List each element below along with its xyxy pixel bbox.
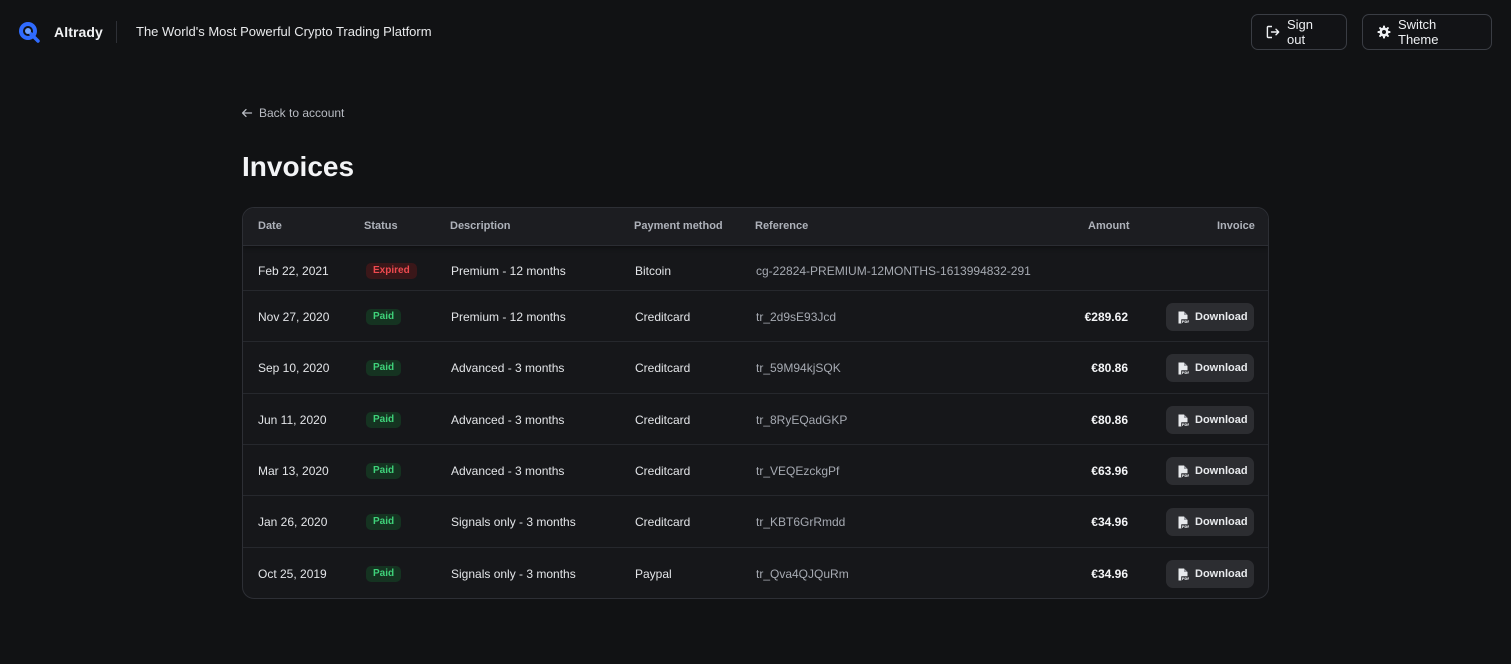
sign-out-button[interactable]: Sign out xyxy=(1251,14,1347,50)
pdf-file-icon: PDF xyxy=(1178,516,1189,528)
column-header-amount: Amount xyxy=(1088,220,1130,232)
cell-amount: €63.96 xyxy=(1091,464,1128,478)
cell-payment-method: Creditcard xyxy=(635,464,691,478)
cell-description: Advanced - 3 months xyxy=(451,464,565,478)
download-label: Download xyxy=(1195,568,1248,580)
table-row: Nov 27, 2020 Premium - 12 months Creditcar… xyxy=(243,290,1268,341)
back-label: Back to account xyxy=(259,106,345,120)
cell-description: Premium - 12 months xyxy=(451,310,566,324)
cell-payment-method: Bitcoin xyxy=(635,264,672,278)
top-bar: Altrady The World's Most Powerful Crypto… xyxy=(0,0,1511,64)
svg-text:PDF: PDF xyxy=(1182,524,1189,528)
table-row: Feb 22, 2021 Premium - 12 months Bitcoin cg… xyxy=(243,251,1268,290)
cell-payment-method: Creditcard xyxy=(635,361,691,375)
cell-description: Premium - 12 months xyxy=(451,264,566,278)
cell-date: Oct 25, 2019 xyxy=(258,567,327,581)
status-badge: Expired xyxy=(366,263,417,279)
cell-amount: €34.96 xyxy=(1091,515,1128,529)
cell-payment-method: Creditcard xyxy=(635,413,691,427)
download-label: Download xyxy=(1195,465,1248,477)
sign-out-icon xyxy=(1266,25,1280,39)
download-label: Download xyxy=(1195,516,1248,528)
pdf-file-icon: PDF xyxy=(1178,311,1189,323)
header-divider xyxy=(116,21,117,43)
svg-text:PDF: PDF xyxy=(1182,319,1189,323)
pdf-file-icon: PDF xyxy=(1178,362,1189,374)
switch-theme-label: Switch Theme xyxy=(1398,17,1439,47)
cell-payment-method: Paypal xyxy=(635,567,672,581)
column-header-date: Date xyxy=(258,220,282,232)
cell-amount: €34.96 xyxy=(1091,567,1128,581)
back-to-account-link[interactable]: Back to account xyxy=(241,106,344,120)
altrady-logo-icon[interactable] xyxy=(18,21,40,43)
gear-icon xyxy=(1377,25,1391,39)
svg-text:PDF: PDF xyxy=(1182,473,1189,477)
cell-reference: cg-22824-PREMIUM-12MONTHS-1613994832-291 xyxy=(756,264,1031,278)
download-button[interactable]: PDF Download xyxy=(1166,354,1254,382)
cell-amount: €80.86 xyxy=(1091,361,1128,375)
cell-description: Advanced - 3 months xyxy=(451,361,565,375)
table-row: Sep 10, 2020 Advanced - 3 months Creditcar… xyxy=(243,341,1268,393)
table-row: Jun 11, 2020 Advanced - 3 months Creditcar… xyxy=(243,393,1268,444)
cell-amount: €289.62 xyxy=(1084,310,1128,324)
column-header-invoice: Invoice xyxy=(1217,220,1255,232)
download-button[interactable]: PDF Download xyxy=(1166,303,1254,331)
download-button[interactable]: PDF Download xyxy=(1166,560,1254,588)
status-badge: Paid xyxy=(366,360,402,376)
cell-description: Signals only - 3 months xyxy=(451,515,576,529)
download-button[interactable]: PDF Download xyxy=(1166,406,1254,434)
status-badge: Paid xyxy=(366,412,402,428)
pdf-file-icon: PDF xyxy=(1178,465,1189,477)
svg-text:PDF: PDF xyxy=(1182,422,1189,426)
table-row: Mar 13, 2020 Advanced - 3 months Creditcar… xyxy=(243,444,1268,495)
status-badge: Paid xyxy=(366,566,402,582)
table-row: Oct 25, 2019 Signals only - 3 months Paypa… xyxy=(243,547,1268,598)
table-row: Jan 26, 2020 Signals only - 3 months Credi… xyxy=(243,495,1268,547)
cell-description: Advanced - 3 months xyxy=(451,413,565,427)
download-button[interactable]: PDF Download xyxy=(1166,508,1254,536)
status-badge: Paid xyxy=(366,309,402,325)
download-label: Download xyxy=(1195,362,1248,374)
page-title: Invoices xyxy=(242,151,355,182)
cell-reference: tr_KBT6GrRmdd xyxy=(756,515,846,529)
cell-payment-method: Creditcard xyxy=(635,515,691,529)
column-header-reference: Reference xyxy=(755,220,809,232)
cell-date: Jun 11, 2020 xyxy=(258,413,327,427)
cell-description: Signals only - 3 months xyxy=(451,567,576,581)
svg-text:PDF: PDF xyxy=(1182,576,1189,580)
arrow-left-icon xyxy=(241,108,253,118)
tagline: The World's Most Powerful Crypto Trading… xyxy=(136,24,432,39)
cell-date: Mar 13, 2020 xyxy=(258,464,329,478)
cell-reference: tr_59M94kjSQK xyxy=(756,361,841,375)
pdf-file-icon: PDF xyxy=(1178,414,1189,426)
cell-date: Jan 26, 2020 xyxy=(258,515,328,529)
status-badge: Paid xyxy=(366,463,402,479)
cell-reference: tr_2d9sE93Jcd xyxy=(756,310,837,324)
cell-reference: tr_Qva4QJQuRm xyxy=(756,567,849,581)
cell-date: Feb 22, 2021 xyxy=(258,264,329,278)
brand-name[interactable]: Altrady xyxy=(54,24,103,40)
cell-date: Sep 10, 2020 xyxy=(258,361,330,375)
cell-date: Nov 27, 2020 xyxy=(258,310,330,324)
status-badge: Paid xyxy=(366,514,402,530)
cell-reference: tr_VEQEzckgPf xyxy=(756,464,840,478)
cell-amount: €80.86 xyxy=(1091,413,1128,427)
download-button[interactable]: PDF Download xyxy=(1166,457,1254,485)
svg-text:PDF: PDF xyxy=(1182,370,1189,374)
table-header: Date Status Description Payment method R… xyxy=(243,208,1268,246)
pdf-file-icon: PDF xyxy=(1178,568,1189,580)
column-header-description: Description xyxy=(450,220,511,232)
cell-payment-method: Creditcard xyxy=(635,310,691,324)
download-label: Download xyxy=(1195,414,1248,426)
column-header-payment-method: Payment method xyxy=(634,220,723,232)
sign-out-label: Sign out xyxy=(1287,17,1314,47)
switch-theme-button[interactable]: Switch Theme xyxy=(1362,14,1492,50)
invoices-table: Date Status Description Payment method R… xyxy=(242,207,1269,599)
column-header-status: Status xyxy=(364,220,398,232)
cell-reference: tr_8RyEQadGKP xyxy=(756,413,848,427)
download-label: Download xyxy=(1195,311,1248,323)
